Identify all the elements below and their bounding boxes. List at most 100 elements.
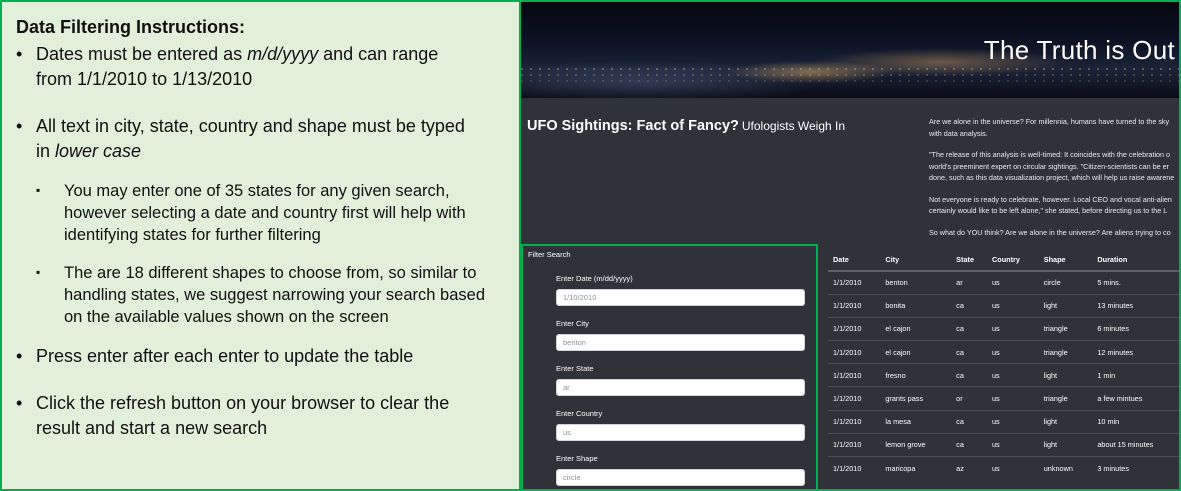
- table-cell-city: maricopa: [880, 455, 952, 480]
- header-shape: Shape: [1038, 248, 1093, 272]
- table-cell-country: us: [986, 455, 1039, 480]
- table-header-row: Date City State Country Shape Duration: [828, 248, 1179, 272]
- table-cell-country: us: [986, 270, 1039, 295]
- table-cell-duration: 5 mins.: [1092, 270, 1179, 295]
- table-cell-city: el cajon: [880, 316, 952, 341]
- table-cell-duration: 13 minutes: [1092, 293, 1179, 318]
- table-cell-shape: light: [1038, 409, 1093, 434]
- text: identifying states for further filtering: [64, 226, 321, 244]
- table-cell-state: ca: [951, 340, 987, 364]
- table-cell-shape: unknown: [1038, 455, 1093, 480]
- italic-text: lower case: [55, 141, 142, 161]
- date-input[interactable]: [556, 289, 805, 306]
- table-cell-city: fresno: [880, 363, 952, 387]
- bullet-icon: •: [16, 346, 23, 366]
- table-cell-city: grants pass: [880, 386, 952, 411]
- table-row: 1/1/2010 bonita ca us light 13 minutes: [828, 293, 1179, 318]
- instruction-line: handling states, we suggest narrowing yo…: [64, 284, 505, 306]
- hero-title: The Truth is Out: [983, 35, 1175, 65]
- header-country: Country: [986, 248, 1039, 272]
- text: handling states, we suggest narrowing yo…: [64, 286, 485, 304]
- instruction-subitem: ▪ You may enter one of 35 states for any …: [16, 180, 505, 246]
- table-row: 1/1/2010 grants pass or us triangle a few min…: [828, 386, 1179, 411]
- text: on the available values shown on the scr…: [64, 308, 389, 326]
- table-row: 1/1/2010 el cajon ca us triangle 12 minutes: [828, 340, 1179, 364]
- table-cell-date: 1/1/2010: [828, 270, 881, 295]
- article-text: Are we alone in the universe? For millen…: [929, 116, 1179, 248]
- table-row: 1/1/2010 lemon grove ca us light about 15 min…: [828, 432, 1179, 457]
- article-line: Not everyone is ready to celebrate, howe…: [929, 194, 1172, 204]
- article-line: done, such as this data visualization pr…: [929, 173, 1175, 182]
- bullet-icon: •: [16, 393, 23, 413]
- instruction-subitem: ▪ The are 18 different shapes to choose f…: [16, 262, 505, 328]
- table-cell-shape: triangle: [1038, 386, 1093, 411]
- instruction-line: on the available values shown on the scr…: [64, 306, 505, 328]
- city-input[interactable]: [556, 334, 805, 351]
- webpage-screenshot: The Truth is Out UFO Sightings: Fact of …: [519, 0, 1181, 491]
- table-cell-duration: 10 min: [1092, 409, 1179, 434]
- table-body: 1/1/2010 benton ar us circle 5 mins. 1/1/2010 b…: [828, 270, 1179, 480]
- table-row: 1/1/2010 maricopa az us unknown 3 minutes: [828, 455, 1179, 480]
- table-cell-date: 1/1/2010: [828, 293, 881, 318]
- instruction-line: Click the refresh button on your browser…: [36, 391, 505, 416]
- table-cell-state: ar: [951, 270, 987, 295]
- text: however selecting a date and country fir…: [64, 204, 466, 222]
- table-cell-city: bonita: [880, 293, 952, 318]
- instruction-item: • Dates must be entered as m/d/yyyy and c…: [16, 42, 505, 92]
- instruction-line: result and start a new search: [36, 416, 505, 441]
- instruction-line: from 1/1/2010 to 1/13/2010: [36, 67, 505, 92]
- table-cell-country: us: [986, 340, 1039, 364]
- table-cell-duration: 1 min: [1092, 363, 1179, 387]
- table-cell-date: 1/1/2010: [828, 340, 881, 364]
- filter-panel: Filter Search Enter Date (m/dd/yyyy) Ent…: [521, 244, 818, 489]
- table-cell-shape: light: [1038, 363, 1093, 387]
- table-cell-shape: triangle: [1038, 316, 1093, 341]
- table-cell-state: ca: [951, 409, 987, 434]
- page-subtitle: UFO Sightings: Fact of Fancy? Ufologists …: [527, 118, 845, 134]
- shape-label: Enter Shape: [556, 454, 598, 463]
- instruction-line: identifying states for further filtering: [64, 224, 505, 246]
- article-line: certainly would like to be left alone," …: [929, 206, 1168, 215]
- country-input[interactable]: [556, 424, 805, 441]
- state-input[interactable]: [556, 379, 805, 396]
- table-cell-country: us: [986, 386, 1039, 411]
- table-cell-country: us: [986, 316, 1039, 341]
- table-cell-city: benton: [880, 270, 952, 295]
- table-row: 1/1/2010 benton ar us circle 5 mins.: [828, 270, 1179, 295]
- table-cell-state: or: [951, 386, 987, 411]
- table-cell-duration: 3 minutes: [1092, 455, 1179, 480]
- table-cell-duration: a few mintues: [1092, 386, 1179, 411]
- table-cell-country: us: [986, 432, 1039, 457]
- instruction-item: • Click the refresh button on your browse…: [16, 391, 505, 441]
- table-cell-state: ca: [951, 363, 987, 387]
- bullet-icon: •: [16, 44, 23, 64]
- table-cell-date: 1/1/2010: [828, 316, 881, 341]
- header-date: Date: [828, 248, 881, 272]
- instruction-line: You may enter one of 35 states for any g…: [64, 180, 505, 202]
- instruction-line: in lower case: [36, 139, 505, 164]
- shape-input[interactable]: [556, 469, 805, 486]
- table-cell-country: us: [986, 363, 1039, 387]
- text: result and start a new search: [36, 418, 268, 438]
- instruction-item: • Press enter after each enter to update …: [16, 344, 505, 369]
- table-cell-duration: 6 minutes: [1092, 316, 1179, 341]
- text: Dates must be entered as: [36, 44, 248, 64]
- table-cell-state: ca: [951, 293, 987, 318]
- table-cell-date: 1/1/2010: [828, 455, 881, 480]
- table-cell-duration: 12 minutes: [1092, 340, 1179, 364]
- table-cell-date: 1/1/2010: [828, 386, 881, 411]
- article-line: Are we alone in the universe? For millen…: [929, 117, 1170, 126]
- square-bullet-icon: ▪: [36, 183, 41, 197]
- header-state: State: [951, 248, 987, 272]
- table-row: 1/1/2010 fresno ca us light 1 min: [828, 363, 1179, 387]
- text: All text in city, state, country and sha…: [36, 116, 465, 136]
- table-cell-city: la mesa: [880, 409, 952, 434]
- table-cell-shape: light: [1038, 293, 1093, 318]
- header-duration: Duration: [1092, 248, 1179, 272]
- table-cell-date: 1/1/2010: [828, 363, 881, 387]
- text: You may enter one of 35 states for any g…: [64, 182, 450, 200]
- table-cell-date: 1/1/2010: [828, 409, 881, 434]
- table-cell-country: us: [986, 293, 1039, 318]
- text: from 1/1/2010 to 1/13/2010: [36, 69, 253, 89]
- table-cell-city: el cajon: [880, 340, 952, 364]
